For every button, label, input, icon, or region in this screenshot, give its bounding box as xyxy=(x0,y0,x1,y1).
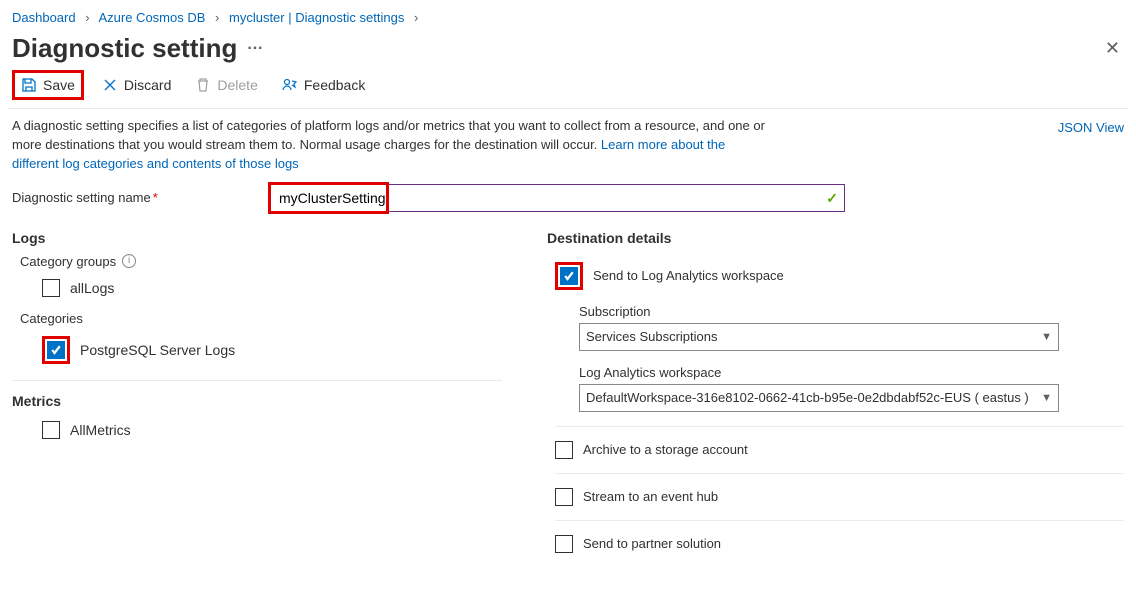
category-groups-label: Category groups i xyxy=(12,254,527,269)
all-metrics-label: AllMetrics xyxy=(70,422,131,438)
law-select[interactable]: DefaultWorkspace-316e8102-0662-41cb-b95e… xyxy=(579,384,1059,412)
valid-check-icon: ✓ xyxy=(826,190,838,207)
toolbar: Save Discard Delete Feedback xyxy=(8,68,1128,109)
chevron-right-icon: › xyxy=(215,10,219,25)
close-icon[interactable]: ✕ xyxy=(1101,34,1124,63)
chevron-right-icon: › xyxy=(85,10,89,25)
delete-button: Delete xyxy=(189,73,263,97)
send-law-label: Send to Log Analytics workspace xyxy=(593,268,784,283)
save-icon xyxy=(21,77,37,93)
more-icon[interactable]: ··· xyxy=(247,40,263,58)
partner-label: Send to partner solution xyxy=(583,536,721,551)
discard-button[interactable]: Discard xyxy=(96,73,177,97)
eventhub-checkbox[interactable] xyxy=(555,488,573,506)
archive-label: Archive to a storage account xyxy=(583,442,748,457)
postgresql-logs-checkbox[interactable] xyxy=(47,341,65,359)
chevron-down-icon: ▼ xyxy=(1041,331,1052,343)
law-label: Log Analytics workspace xyxy=(579,365,1124,380)
partner-checkbox[interactable] xyxy=(555,535,573,553)
breadcrumb-dashboard[interactable]: Dashboard xyxy=(12,10,76,25)
all-logs-label: allLogs xyxy=(70,280,114,296)
json-view-link[interactable]: JSON View xyxy=(1058,117,1124,174)
chevron-right-icon: › xyxy=(414,10,418,25)
info-icon[interactable]: i xyxy=(122,254,136,268)
page-title: Diagnostic setting ··· xyxy=(12,33,263,64)
all-metrics-checkbox[interactable] xyxy=(42,421,60,439)
setting-name-label: Diagnostic setting name* xyxy=(12,190,270,205)
breadcrumb-cosmos[interactable]: Azure Cosmos DB xyxy=(98,10,205,25)
setting-name-input[interactable] xyxy=(271,185,844,211)
setting-name-input-wrap: ✓ xyxy=(270,184,845,212)
destination-heading: Destination details xyxy=(547,230,1124,246)
categories-label: Categories xyxy=(12,311,527,326)
all-logs-checkbox[interactable] xyxy=(42,279,60,297)
feedback-button[interactable]: Feedback xyxy=(276,73,371,97)
breadcrumb-cluster[interactable]: mycluster | Diagnostic settings xyxy=(229,10,404,25)
intro-text: A diagnostic setting specifies a list of… xyxy=(12,117,772,174)
feedback-icon xyxy=(282,77,298,93)
archive-checkbox[interactable] xyxy=(555,441,573,459)
chevron-down-icon: ▼ xyxy=(1041,392,1052,404)
subscription-label: Subscription xyxy=(579,304,1124,319)
send-law-checkbox[interactable] xyxy=(560,267,578,285)
postgresql-logs-label: PostgreSQL Server Logs xyxy=(80,342,235,358)
subscription-select[interactable]: Services Subscriptions ▼ xyxy=(579,323,1059,351)
discard-icon xyxy=(102,77,118,93)
delete-icon xyxy=(195,77,211,93)
logs-heading: Logs xyxy=(12,230,527,246)
eventhub-label: Stream to an event hub xyxy=(583,489,718,504)
save-button[interactable]: Save xyxy=(12,70,84,100)
metrics-heading: Metrics xyxy=(12,393,527,409)
breadcrumb: Dashboard › Azure Cosmos DB › mycluster … xyxy=(8,8,1128,31)
